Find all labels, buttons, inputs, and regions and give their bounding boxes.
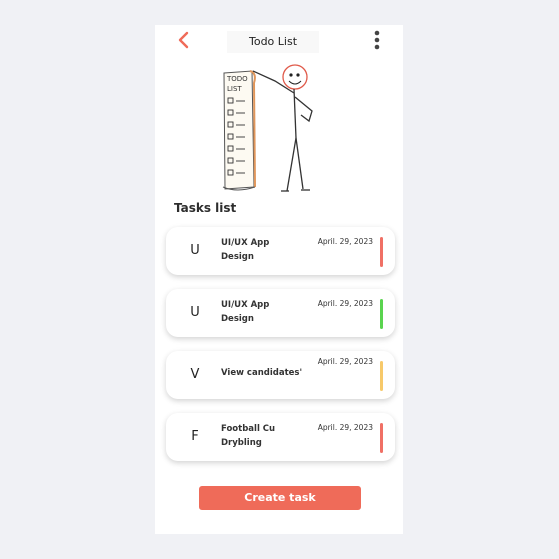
task-date: April. 29, 2023 [317,423,373,432]
task-card[interactable]: V View candidates' April. 29, 2023 [166,351,395,399]
task-title: UI/UX App Design [221,236,296,264]
section-title: Tasks list [174,201,237,215]
task-title-line2: Design [221,314,254,324]
top-bar: Todo List [155,25,403,57]
task-priority-bar [380,299,383,329]
back-button[interactable] [175,29,193,51]
task-title-line1: Football Cu [221,424,276,434]
task-date: April. 29, 2023 [317,237,373,246]
task-title-line1: View candidates' [221,368,303,378]
svg-text:TODO: TODO [226,75,248,83]
task-title-line1: UI/UX App [221,300,270,310]
todo-screen: Todo List TODO LIST Tasks list U UI/UX A… [155,25,403,534]
more-menu-button[interactable] [370,29,384,51]
svg-text:LIST: LIST [227,85,242,93]
task-avatar: U [175,231,215,271]
task-avatar: V [175,355,215,395]
todo-illustration: TODO LIST [217,63,337,193]
task-avatar: F [175,417,215,457]
more-vertical-icon [374,30,380,50]
task-title-line2: Drybling [221,438,262,448]
task-title: UI/UX App Design [221,298,296,326]
task-card[interactable]: U UI/UX App Design April. 29, 2023 [166,289,395,337]
task-date: April. 29, 2023 [317,357,373,366]
task-title-line2: Design [221,252,254,262]
task-title: View candidates' [221,366,316,380]
task-card[interactable]: F Football Cu Drybling April. 29, 2023 [166,413,395,461]
task-avatar: U [175,293,215,333]
chevron-left-icon [178,31,189,49]
task-date: April. 29, 2023 [317,299,373,308]
page-title: Todo List [227,31,319,53]
task-priority-bar [380,423,383,453]
task-priority-bar [380,237,383,267]
stick-figure-illustration: TODO LIST [222,64,313,192]
task-priority-bar [380,361,383,391]
task-title-line1: UI/UX App [221,238,270,248]
task-title: Football Cu Drybling [221,422,296,450]
task-card[interactable]: U UI/UX App Design April. 29, 2023 [166,227,395,275]
create-task-button[interactable]: Create task [199,486,361,510]
